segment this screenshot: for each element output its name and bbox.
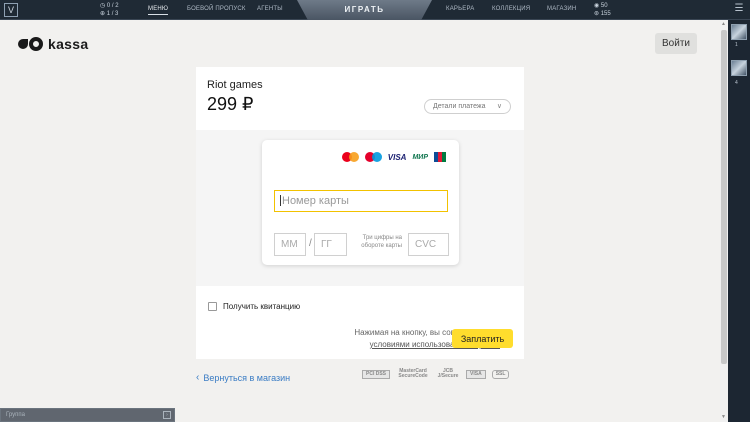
player-avatar[interactable] <box>731 24 747 40</box>
chevron-left-icon: ‹ <box>196 372 200 383</box>
game-topbar: V ◷ 0 / 2 ⊕ 1 / 3 МЕНЮ БОЕВОЙ ПРОПУСК АГ… <box>0 0 750 20</box>
expiry-month-input[interactable]: ММ <box>274 233 306 256</box>
side-count-2: 4 <box>735 80 738 86</box>
mastercard-icon <box>341 152 359 162</box>
cvc-input[interactable]: CVC <box>408 233 449 256</box>
mission-counters: ◷ 0 / 2 ⊕ 1 / 3 <box>100 2 119 18</box>
card-form-area: VISA МИР Номер карты ММ / ГГ Три цифры н… <box>196 130 524 286</box>
cvc-hint: Три цифры на обороте карты <box>361 235 402 249</box>
play-label: ИГРАТЬ <box>344 5 385 14</box>
friend-avatar[interactable] <box>731 60 747 76</box>
maestro-icon <box>364 152 382 162</box>
chevron-down-icon: ∨ <box>496 103 502 110</box>
receipt-label: Получить квитанцию <box>223 302 301 311</box>
ssl-badge: SSL <box>491 369 510 379</box>
nav-battle-pass[interactable]: БОЕВОЙ ПРОПУСК <box>187 6 246 12</box>
social-sidebar: 1 4 <box>728 20 750 422</box>
side-count-1: 1 <box>735 42 738 48</box>
mastercard-securecode-badge: MasterCard SecureCode <box>398 368 428 379</box>
text-caret <box>280 195 281 206</box>
currency-vp: ◉ 50 <box>594 3 608 9</box>
year-placeholder: ГГ <box>321 239 332 250</box>
receipt-option[interactable]: Получить квитанцию <box>208 302 300 311</box>
nav-career[interactable]: КАРЬЕРА <box>446 6 474 12</box>
security-badges: PCI DSS MasterCard SecureCode JCB J/Secu… <box>362 368 510 379</box>
chat-send-icon[interactable]: › <box>163 411 171 419</box>
payment-details-dropdown[interactable]: Детали платежа ∨ <box>424 99 511 114</box>
nav-collection[interactable]: КОЛЛЕКЦИЯ <box>492 6 530 12</box>
counter-bottom: ⊕ 1 / 3 <box>100 11 119 17</box>
card-number-input[interactable]: Номер карты <box>274 190 448 212</box>
back-to-store-link[interactable]: ‹ Вернуться в магазин <box>196 372 290 383</box>
back-label: Вернуться в магазин <box>203 372 291 383</box>
visa-icon: VISA <box>387 152 407 162</box>
merchant-name: Riot games <box>207 79 263 91</box>
currency-rp: ⊛ 155 <box>594 11 611 17</box>
payment-details-label: Детали платежа <box>433 103 486 110</box>
login-button[interactable]: Войти <box>655 33 697 54</box>
scroll-up-icon[interactable]: ▲ <box>721 21 726 27</box>
verified-by-visa-badge: VISA <box>466 369 486 379</box>
bank-card-form: VISA МИР Номер карты ММ / ГГ Три цифры н… <box>262 140 459 265</box>
jcb-jsecure-badge: JCB J/Secure <box>437 368 459 379</box>
nav-store[interactable]: МАГАЗИН <box>547 6 576 12</box>
pay-button[interactable]: Заплатить <box>452 329 513 348</box>
receipt-checkbox[interactable] <box>208 302 217 311</box>
valorant-logo-icon[interactable]: V <box>4 3 18 17</box>
payment-amount: 299 ₽ <box>207 94 254 114</box>
scrollbar-thumb[interactable] <box>721 30 727 364</box>
expiry-year-input[interactable]: ГГ <box>314 233 347 256</box>
yookassa-mark-icon <box>18 37 46 51</box>
pci-dss-badge: PCI DSS <box>362 369 391 379</box>
chat-placeholder: Группа <box>6 412 26 418</box>
settings-gear-icon[interactable]: ☰ <box>733 3 745 15</box>
jcb-icon <box>434 152 446 162</box>
chat-input[interactable]: Группа › <box>0 408 175 422</box>
card-number-placeholder: Номер карты <box>282 195 349 207</box>
currency-display: ◉ 50 ⊛ 155 <box>594 2 611 18</box>
play-tab[interactable]: ИГРАТЬ <box>297 0 432 20</box>
month-placeholder: ММ <box>281 239 298 250</box>
scroll-down-icon[interactable]: ▼ <box>721 414 726 420</box>
yookassa-logo-text: kassa <box>48 36 89 52</box>
nav-menu[interactable]: МЕНЮ <box>148 6 169 15</box>
expiry-separator: / <box>309 238 312 249</box>
yookassa-logo: kassa <box>18 36 88 52</box>
payment-panel: Riot games 299 ₽ Детали платежа ∨ VISA М… <box>196 67 524 359</box>
nav-agents[interactable]: АГЕНТЫ <box>257 6 283 12</box>
counter-top: ◷ 0 / 2 <box>100 3 119 9</box>
card-brand-logos: VISA МИР <box>341 152 446 162</box>
cvc-placeholder: CVC <box>415 239 437 250</box>
mir-icon: МИР <box>412 153 428 161</box>
